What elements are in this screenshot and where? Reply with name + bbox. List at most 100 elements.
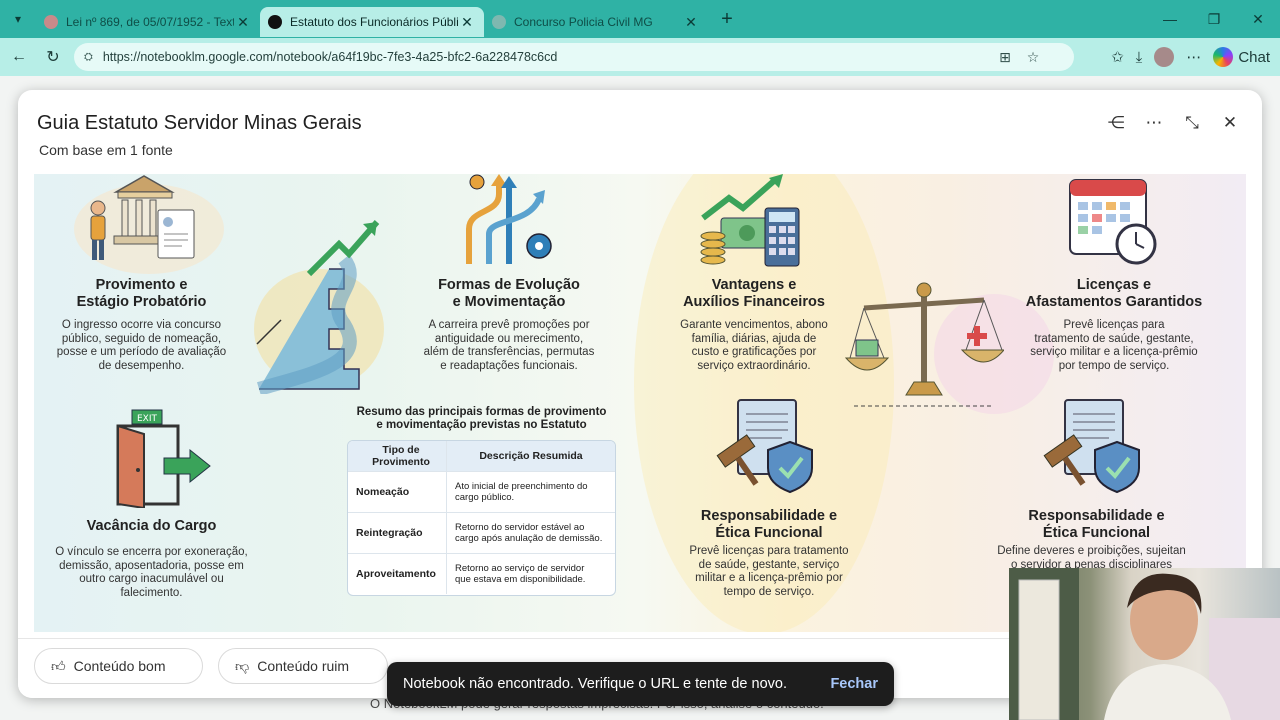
section-text: O ingresso ocorre via concurso público, …	[44, 319, 239, 373]
desc-line: Ato inicial de preenchimento do	[455, 481, 588, 492]
good-content-label: Conteúdo bom	[73, 658, 166, 674]
good-content-button[interactable]: 👍︎ Conteúdo bom	[34, 648, 203, 684]
heading-line: Licenças e	[1076, 277, 1152, 293]
text-line: antiguidade ou merecimento,	[434, 332, 584, 345]
tab-lei-869[interactable]: Lei nº 869, de 05/07/1952 - Texto A ✕	[36, 7, 260, 37]
desc-line: que estava em disponibilidade.	[455, 574, 586, 585]
text-line: O vínculo se encerra por exoneração,	[55, 546, 248, 558]
money-stack-calculator-icon	[700, 174, 800, 267]
section-text: Prevê licenças para tratamento de saúde,…	[669, 545, 869, 599]
section-heading: Formas de Evolução e Movimentação	[414, 277, 604, 311]
gavel-shield-document-icon	[716, 399, 813, 494]
cell-descricao: Retorno do servidor estável ao cargo após…	[447, 513, 615, 553]
text-line: de desempenho.	[98, 359, 185, 372]
bad-content-button[interactable]: 👎︎ Conteúdo ruim	[218, 648, 388, 684]
bad-content-label: Conteúdo ruim	[257, 658, 350, 674]
favorites-icon[interactable]: ✩	[1111, 48, 1124, 66]
more-options-icon[interactable]: ⋯	[1144, 112, 1164, 134]
profile-avatar[interactable]	[1154, 47, 1175, 67]
table-title: Resumo das principais formas de provimen…	[344, 406, 619, 432]
section-text: Garante vencimentos, abono família, diár…	[659, 319, 849, 373]
text-line: demissão, aposentadoria, posse em	[59, 559, 244, 572]
exit-sign-text: EXIT	[137, 414, 158, 424]
address-bar-icons: ⊞ ☆	[996, 43, 1042, 71]
heading-line: Provimento e	[95, 277, 188, 293]
exit-door-icon: EXIT	[116, 409, 211, 508]
url-text: https://notebooklm.google.com/notebook/a…	[102, 50, 558, 64]
favorite-star-icon[interactable]: ☆	[1024, 49, 1042, 66]
staircase-growth-icon	[256, 220, 380, 394]
heading-line: Ética Funcional	[1042, 525, 1151, 541]
tab-title: Concurso Policia Civil MG	[514, 15, 653, 29]
toast-close-button[interactable]: Fechar	[830, 676, 878, 692]
header-cell-descricao: Descrição Resumida	[479, 449, 583, 462]
header-line: Tipo de	[382, 444, 420, 456]
site-favicon-icon	[44, 15, 58, 29]
section-heading: Vacância do Cargo	[59, 518, 244, 535]
close-window-icon[interactable]: ✕	[1236, 0, 1280, 38]
modal-subtitle: Com base em 1 fonte	[39, 142, 173, 158]
close-tab-icon[interactable]: ✕	[458, 14, 476, 31]
section-heading: Provimento e Estágio Probatório	[54, 277, 229, 311]
collapse-icon[interactable]: ⤡	[1182, 112, 1202, 134]
new-tab-icon[interactable]: +	[712, 8, 742, 31]
share-icon[interactable]: ⋲	[1106, 112, 1126, 134]
desc-line: cargo público.	[455, 492, 515, 503]
section-heading: Licenças e Afastamentos Garantidos	[1009, 277, 1219, 311]
copilot-chat-button[interactable]: Chat	[1213, 47, 1270, 67]
career-paths-arrows-icon	[466, 174, 552, 264]
site-info-icon[interactable]: ⛭	[84, 51, 93, 64]
more-options-icon[interactable]: ⋯	[1186, 48, 1201, 66]
tab-title: Estatuto dos Funcionários Públicos	[290, 15, 458, 29]
download-icon[interactable]: ⤓	[1136, 49, 1143, 66]
close-icon[interactable]: ✕	[1220, 112, 1240, 134]
text-line: além de transferências, permutas	[423, 346, 595, 358]
tab-concurso[interactable]: Concurso Policia Civil MG ✕	[484, 7, 708, 37]
tab-actions-menu-icon[interactable]: ▾	[0, 0, 36, 38]
minimize-icon[interactable]: —	[1148, 0, 1192, 38]
app-install-icon[interactable]: ⊞	[996, 49, 1014, 66]
text-line: A carreira prevê promoções por	[428, 319, 590, 331]
cell-tipo: Aproveitamento	[348, 554, 447, 594]
heading-line: Afastamentos Garantidos	[1025, 294, 1203, 310]
tab-title: Lei nº 869, de 05/07/1952 - Texto A	[66, 15, 234, 29]
window-controls: — ❐ ✕	[1148, 0, 1280, 38]
close-tab-icon[interactable]: ✕	[234, 14, 252, 31]
text-line: tratamento de saúde, gestante,	[1034, 332, 1194, 345]
restore-icon[interactable]: ❐	[1192, 0, 1236, 38]
heading-line: e Movimentação	[452, 294, 566, 310]
text-line: falecimento.	[120, 586, 183, 599]
text-line: outro cargo inacumulável ou	[79, 573, 224, 585]
header-cell-tipo: Tipo de Provimento	[348, 441, 447, 471]
heading-line: Vacância do Cargo	[86, 518, 217, 534]
reload-icon[interactable]: ↻	[36, 47, 70, 67]
text-line: posse e um período de avaliação	[56, 346, 227, 358]
text-line: Prevê licenças para tratamento	[689, 545, 849, 557]
text-line: serviço militar e a licença-prêmio	[1030, 346, 1198, 358]
back-icon[interactable]: ←	[2, 48, 36, 66]
browser-tab-bar: ▾ Lei nº 869, de 05/07/1952 - Texto A ✕ …	[0, 0, 1280, 38]
text-line: público, seguido de nomeação,	[61, 332, 222, 345]
address-bar[interactable]: ⛭ https://notebooklm.google.com/notebook…	[74, 43, 1074, 71]
provimento-table: Tipo de Provimento Descrição Resumida Nom…	[347, 440, 616, 596]
error-toast: Notebook não encontrado. Verifique o URL…	[387, 662, 894, 706]
table-row: Nomeação Ato inicial de preenchimento do…	[348, 471, 615, 512]
tab-estatuto[interactable]: Estatuto dos Funcionários Públicos ✕	[260, 7, 484, 37]
heading-line: Ética Funcional	[715, 525, 823, 541]
heading-line: Estágio Probatório	[76, 294, 207, 310]
cell-descricao: Ato inicial de preenchimento do cargo púb…	[447, 472, 615, 512]
table-row: Reintegração Retorno do servidor estável…	[348, 512, 615, 553]
text-line: tempo de serviço.	[723, 585, 815, 598]
section-heading: Vantagens e Auxílios Financeiros	[659, 277, 849, 311]
site-favicon-icon	[492, 15, 506, 29]
gavel-shield-document-icon	[1043, 399, 1140, 494]
table-row: Aproveitamento Retorno ao serviço de ser…	[348, 553, 615, 594]
cell-tipo: Nomeação	[348, 472, 447, 512]
close-tab-icon[interactable]: ✕	[682, 14, 700, 31]
section-text: O vínculo se encerra por exoneração, dem…	[39, 546, 264, 600]
desc-line: Retorno do servidor estável ao	[455, 522, 585, 533]
balance-scale-icon	[844, 282, 1004, 407]
heading-line: Formas de Evolução	[438, 277, 580, 293]
text-line: Prevê licenças para	[1063, 319, 1165, 331]
text-line: custo e gratificações por	[691, 346, 817, 358]
